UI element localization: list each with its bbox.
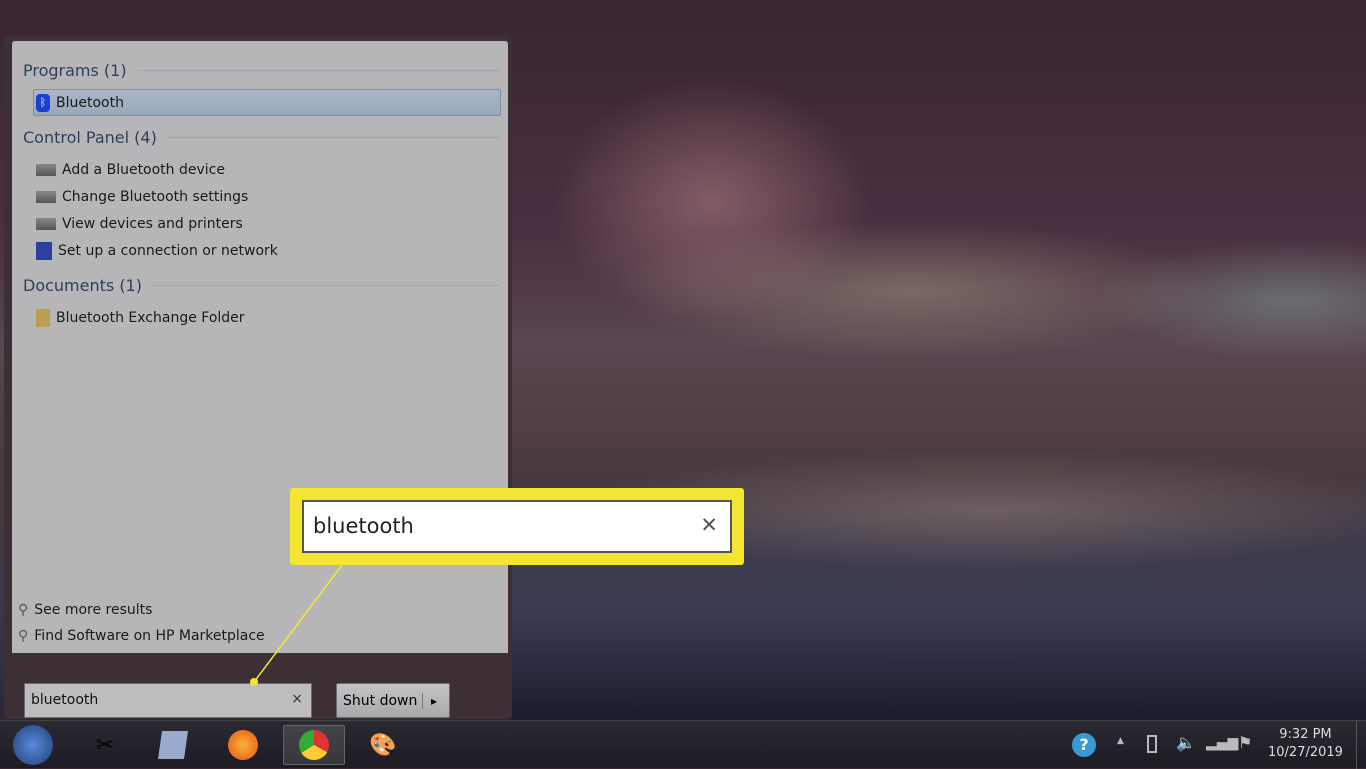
network-signal-icon[interactable]: ▂▄▆: [1206, 735, 1238, 751]
paint-icon[interactable]: 🎨: [352, 725, 414, 765]
show-hidden-icons-arrow[interactable]: ▲: [1117, 736, 1124, 746]
callout-text: bluetooth: [313, 514, 414, 538]
callout-pointer: [250, 564, 343, 686]
firefox-icon[interactable]: [212, 725, 274, 765]
action-center-flag-icon[interactable]: ⚑: [1238, 733, 1252, 752]
callout-search-box: bluetooth ✕: [302, 500, 732, 553]
help-alert-icon[interactable]: ?: [1072, 733, 1096, 757]
show-desktop-button[interactable]: [1356, 721, 1366, 769]
clock[interactable]: 9:32 PM 10/27/2019: [1268, 726, 1343, 762]
clock-date: 10/27/2019: [1268, 745, 1343, 760]
taskbar: ✂ 🎨 ? ▲ 🔈 ▂▄▆ ⚑ 9:32 PM 10/27/2019: [0, 720, 1366, 769]
volume-icon[interactable]: 🔈: [1176, 733, 1196, 752]
search-callout: bluetooth ✕: [290, 488, 744, 565]
clock-time: 9:32 PM: [1279, 727, 1332, 742]
chrome-icon[interactable]: [283, 725, 345, 765]
notes-icon[interactable]: [142, 725, 204, 765]
battery-icon[interactable]: [1147, 735, 1157, 753]
clear-icon: ✕: [700, 513, 718, 537]
start-orb-icon[interactable]: [2, 725, 64, 765]
snipping-tool-icon[interactable]: ✂: [74, 725, 136, 765]
